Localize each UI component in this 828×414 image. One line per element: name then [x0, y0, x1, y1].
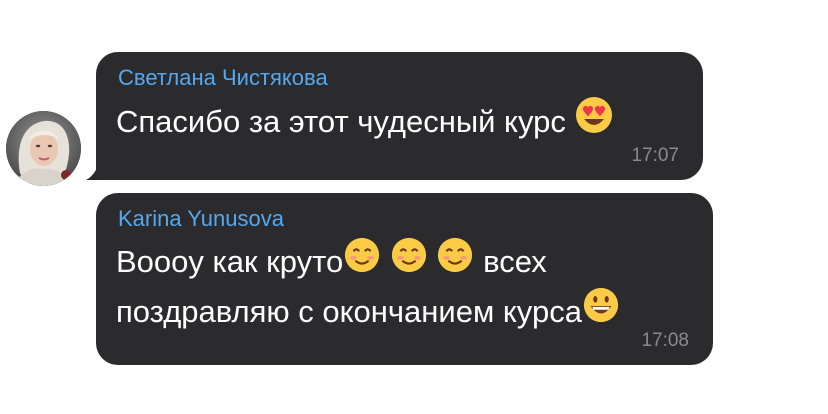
message-text-content: всех [483, 244, 547, 280]
smiling-face-emoji-icon [436, 236, 474, 286]
grinning-face-emoji-icon [582, 286, 620, 336]
smiling-face-emoji-icon [343, 236, 381, 286]
message-text: Вoooy как круто всех поздравляю с оконча… [116, 236, 620, 339]
message-bubble[interactable]: Karina Yunusova Вoooy как круто всех поз… [96, 193, 713, 365]
heart-eyes-emoji-icon [574, 95, 614, 147]
avatar[interactable] [6, 111, 81, 186]
sender-name[interactable]: Светлана Чистякова [118, 65, 328, 91]
message-timestamp: 17:07 [631, 145, 679, 166]
avatar-photo [6, 111, 81, 186]
sender-name[interactable]: Karina Yunusova [118, 206, 284, 232]
message-text-content: поздравляю с окончанием курса [116, 294, 582, 330]
message-text-content: Спасибо за этот чудесный курс [116, 104, 566, 140]
message-timestamp: 17:08 [641, 330, 689, 351]
message-text-content: Вoooy как круто [116, 244, 344, 280]
message-line-2: поздравляю с окончанием курса [116, 286, 620, 339]
message-bubble[interactable]: Светлана Чистякова Спасибо за этот чудес… [96, 52, 703, 180]
smiling-face-emoji-icon [390, 236, 428, 286]
message-text: Спасибо за этот чудесный курс [116, 95, 614, 150]
message-line-1: Вoooy как круто всех [116, 236, 620, 289]
